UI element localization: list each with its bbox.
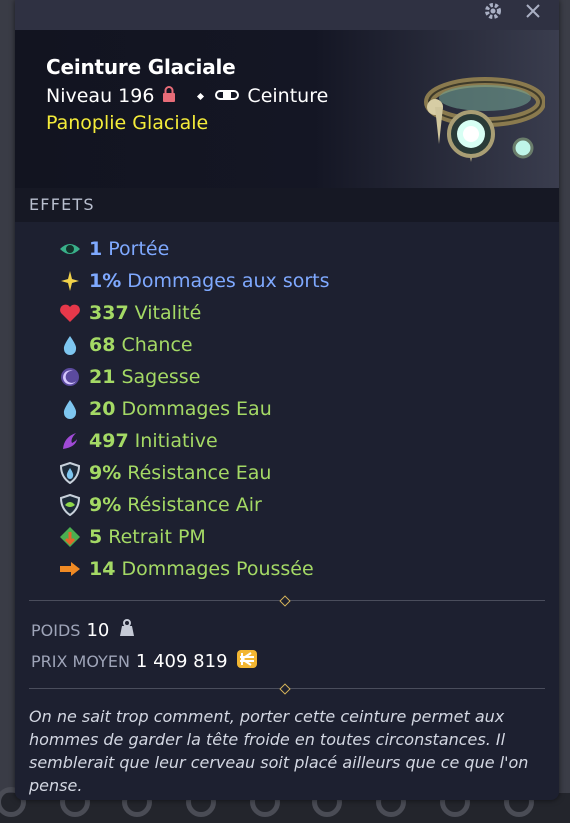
effect-row: 5 Retrait PM	[59, 521, 539, 553]
weight-line: POIDS 10	[31, 619, 137, 641]
effects-section-title: EFFETS	[15, 188, 559, 222]
moon-icon	[59, 366, 81, 388]
air-shield-icon	[59, 494, 81, 516]
effect-value: 21	[89, 366, 116, 388]
item-level-line: Niveau 196 Ceinture	[46, 85, 328, 107]
effect-label: Dommages Eau	[121, 398, 272, 420]
belt-icon	[215, 85, 240, 107]
effect-row: 14 Dommages Poussée	[59, 553, 539, 585]
effect-row: 9% Résistance Eau	[59, 457, 539, 489]
price-label: PRIX MOYEN	[31, 651, 130, 671]
effect-value: 337	[89, 302, 129, 324]
effect-value: 5	[89, 526, 103, 548]
effect-value: 9%	[89, 462, 122, 484]
weight-icon	[117, 619, 137, 641]
item-type: Ceinture	[247, 85, 329, 107]
effect-value: 497	[89, 430, 129, 452]
effects-list: 1 Portée 1% Dommages aux sorts 337 Vital…	[59, 233, 539, 585]
weight-value: 10	[86, 619, 110, 641]
water-drop-icon	[59, 398, 81, 420]
price-value: 1 409 819	[135, 650, 228, 672]
item-set-link[interactable]: Panoplie Glaciale	[46, 112, 208, 134]
kamas-icon	[236, 649, 258, 673]
initiative-icon	[59, 430, 81, 452]
price-line: PRIX MOYEN 1 409 819	[31, 649, 258, 673]
effect-label: Sagesse	[121, 366, 201, 388]
heart-icon	[59, 302, 81, 324]
effect-label: Dommages Poussée	[121, 558, 314, 580]
effect-value: 1%	[89, 270, 122, 292]
background-left	[0, 0, 16, 823]
effect-row: 1 Portée	[59, 233, 539, 265]
effect-value: 20	[89, 398, 116, 420]
effect-row: 337 Vitalité	[59, 297, 539, 329]
effect-row: 497 Initiative	[59, 425, 539, 457]
eye-icon	[59, 238, 81, 260]
effect-label: Dommages aux sorts	[127, 270, 330, 292]
weight-label: POIDS	[31, 620, 81, 640]
item-header: Ceinture Glaciale Niveau 196 Ceinture Pa…	[15, 30, 559, 188]
effect-label: Chance	[121, 334, 193, 356]
push-arrow-icon	[59, 558, 81, 580]
sparkle-icon	[59, 270, 81, 292]
background-right	[558, 0, 570, 823]
effect-label: Initiative	[134, 430, 218, 452]
item-name: Ceinture Glaciale	[46, 55, 236, 79]
effect-row: 9% Résistance Air	[59, 489, 539, 521]
effect-label: Résistance Eau	[127, 462, 272, 484]
lock-icon	[162, 85, 176, 107]
separator-dot	[197, 92, 205, 100]
item-tooltip: Ceinture Glaciale Niveau 196 Ceinture Pa…	[15, 0, 559, 800]
item-description: On ne sait trop comment, porter cette ce…	[29, 707, 529, 795]
effect-value: 1	[89, 238, 103, 260]
water-shield-icon	[59, 462, 81, 484]
item-illustration	[415, 62, 546, 172]
effect-row: 1% Dommages aux sorts	[59, 265, 539, 297]
water-drop-icon	[59, 334, 81, 356]
effect-value: 14	[89, 558, 116, 580]
effect-label: Retrait PM	[108, 526, 206, 548]
divider	[29, 595, 545, 607]
effect-value: 68	[89, 334, 116, 356]
effect-label: Portée	[108, 238, 170, 260]
tooltip-topbar	[15, 0, 559, 30]
close-icon[interactable]	[521, 1, 545, 25]
item-level: Niveau 196	[46, 85, 155, 107]
effect-value: 9%	[89, 494, 122, 516]
mp-removal-icon	[59, 526, 81, 548]
effect-label: Résistance Air	[127, 494, 262, 516]
effects-heading: EFFETS	[29, 195, 95, 214]
effect-row: 68 Chance	[59, 329, 539, 361]
effect-row: 21 Sagesse	[59, 361, 539, 393]
gear-icon[interactable]	[481, 1, 505, 25]
divider	[29, 683, 545, 695]
effect-label: Vitalité	[134, 302, 202, 324]
effect-row: 20 Dommages Eau	[59, 393, 539, 425]
